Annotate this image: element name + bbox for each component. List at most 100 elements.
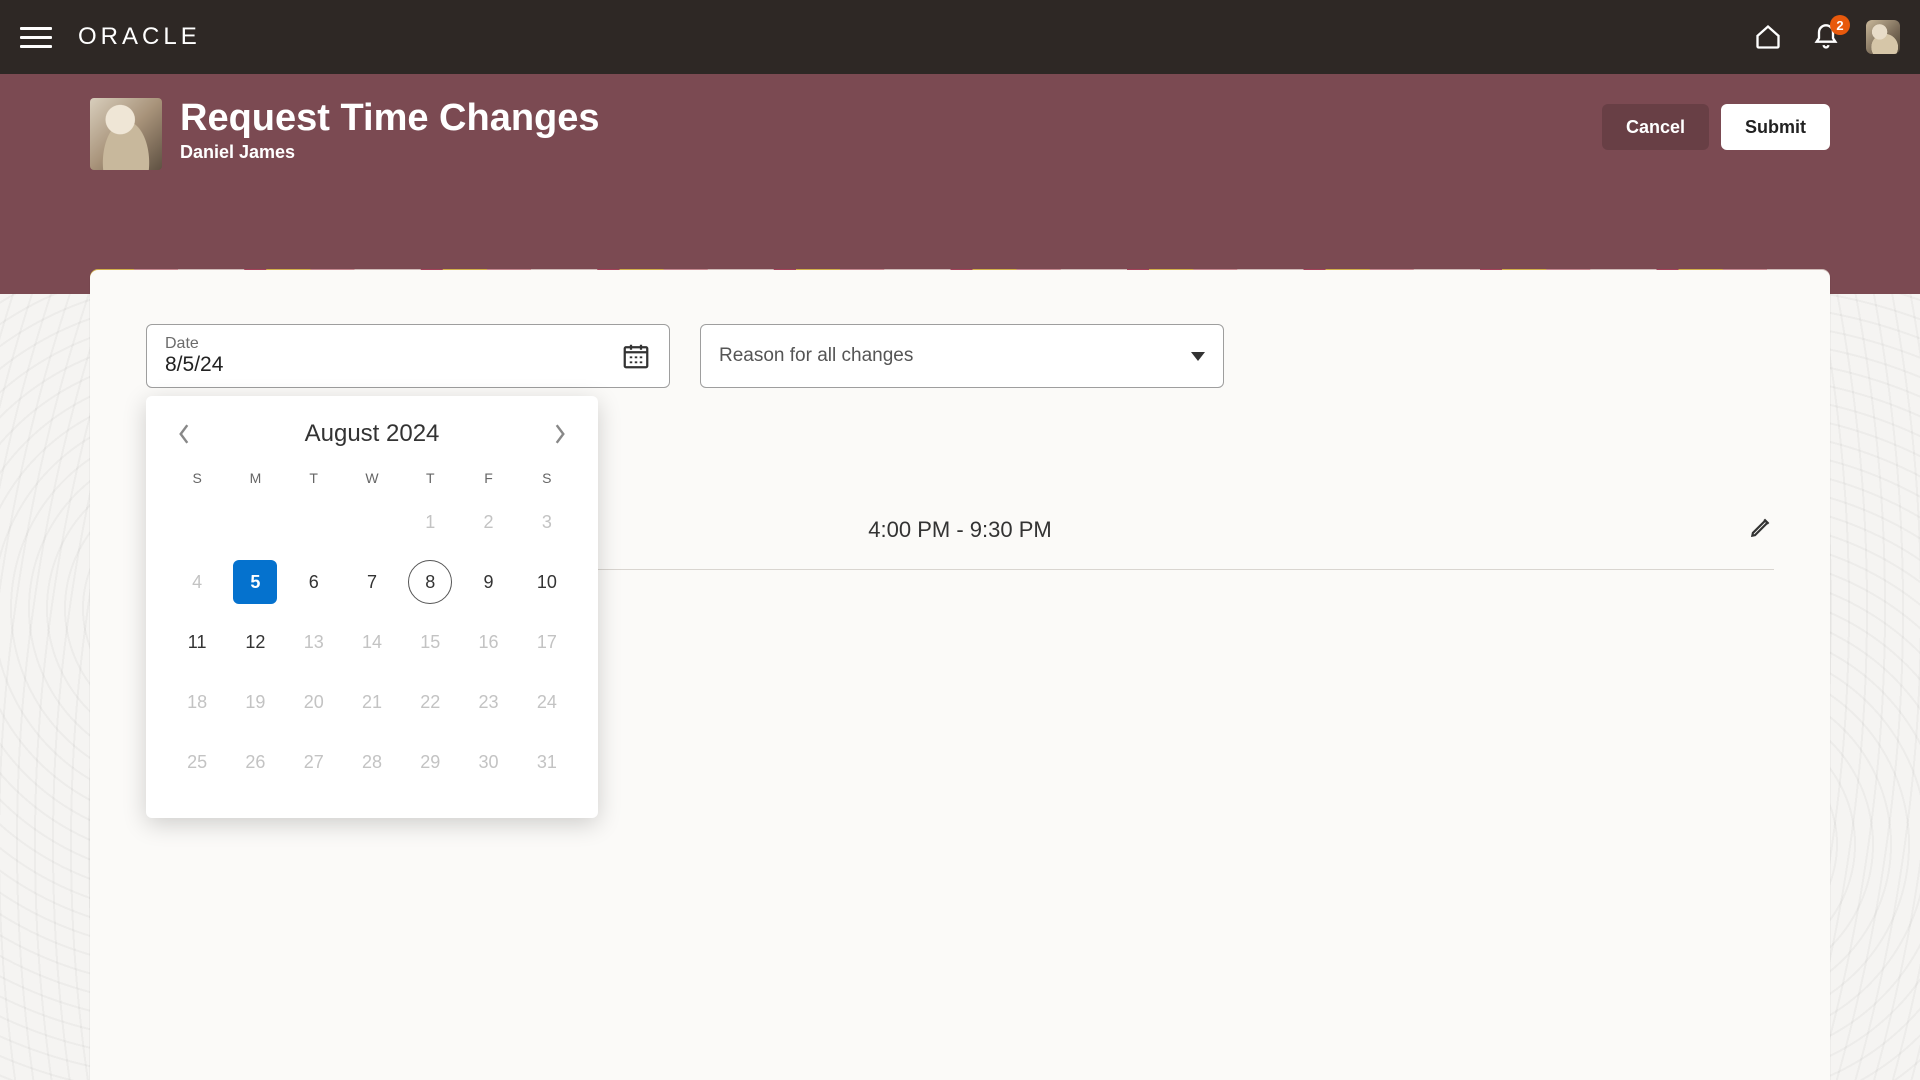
datepicker-day: 17 (525, 620, 569, 664)
datepicker-cell: 27 (285, 732, 343, 792)
datepicker-day: 30 (467, 740, 511, 784)
datepicker-day: 14 (350, 620, 394, 664)
brand-logo[interactable]: ORACLE (78, 23, 201, 51)
datepicker-day: 25 (175, 740, 219, 784)
datepicker-cell: 16 (459, 612, 517, 672)
datepicker-dow: S (168, 460, 226, 492)
datepicker-cell: 22 (401, 672, 459, 732)
datepicker-cell: 18 (168, 672, 226, 732)
datepicker-day[interactable]: 9 (467, 560, 511, 604)
datepicker-day[interactable]: 7 (350, 560, 394, 604)
datepicker-day: 24 (525, 680, 569, 724)
datepicker-cell: 6 (285, 552, 343, 612)
datepicker-cell: 5 (226, 552, 284, 612)
datepicker-day: 18 (175, 680, 219, 724)
datepicker-cell: 10 (518, 552, 576, 612)
datepicker-cell: 13 (285, 612, 343, 672)
datepicker-day: 15 (408, 620, 452, 664)
datepicker-dow: F (459, 460, 517, 492)
date-field-label: Date (165, 335, 621, 353)
datepicker-day: 19 (233, 680, 277, 724)
datepicker-dow: W (343, 460, 401, 492)
edit-event-button[interactable] (1748, 514, 1774, 545)
datepicker-day: 27 (292, 740, 336, 784)
datepicker-day: 1 (408, 500, 452, 544)
global-topbar: ORACLE 2 (0, 0, 1920, 74)
datepicker-cell: 1 (401, 492, 459, 552)
datepicker-day: 16 (467, 620, 511, 664)
subject-avatar (90, 98, 162, 170)
datepicker-day[interactable]: 10 (525, 560, 569, 604)
datepicker-day-selected[interactable]: 5 (233, 560, 277, 604)
datepicker-dow: M (226, 460, 284, 492)
cancel-button[interactable]: Cancel (1602, 104, 1709, 150)
reason-select[interactable]: Reason for all changes (700, 324, 1224, 388)
event-time-range: 4:00 PM - 9:30 PM (868, 517, 1051, 543)
user-avatar[interactable] (1866, 20, 1900, 54)
datepicker-day: 2 (467, 500, 511, 544)
datepicker-day[interactable]: 6 (292, 560, 336, 604)
page-title: Request Time Changes (180, 98, 600, 140)
datepicker-day: 20 (292, 680, 336, 724)
datepicker-cell: 11 (168, 612, 226, 672)
datepicker-day: 21 (350, 680, 394, 724)
datepicker-cell: 29 (401, 732, 459, 792)
datepicker-cell: 7 (343, 552, 401, 612)
home-icon[interactable] (1750, 19, 1786, 55)
datepicker-day: 13 (292, 620, 336, 664)
datepicker-cell: 28 (343, 732, 401, 792)
hamburger-menu-button[interactable] (20, 21, 52, 53)
datepicker-cell: 2 (459, 492, 517, 552)
chevron-down-icon (1191, 352, 1205, 361)
datepicker-cell: 4 (168, 552, 226, 612)
datepicker-cell: 17 (518, 612, 576, 672)
datepicker-cell (285, 492, 343, 552)
datepicker-day: 29 (408, 740, 452, 784)
datepicker-cell: 19 (226, 672, 284, 732)
datepicker-day: 3 (525, 500, 569, 544)
datepicker-cell (226, 492, 284, 552)
datepicker-cell: 26 (226, 732, 284, 792)
reason-placeholder: Reason for all changes (719, 345, 1191, 367)
next-month-button[interactable] (544, 418, 576, 450)
datepicker-dow: S (518, 460, 576, 492)
datepicker-cell: 31 (518, 732, 576, 792)
date-field-value: 8/5/24 (165, 353, 621, 377)
main-content-card: Date 8/5/24 Reason for all changes 4:00 … (90, 270, 1830, 1080)
datepicker-cell: 24 (518, 672, 576, 732)
datepicker-day: 4 (175, 560, 219, 604)
notifications-icon[interactable]: 2 (1808, 19, 1844, 55)
datepicker-cell: 14 (343, 612, 401, 672)
notification-badge: 2 (1830, 15, 1850, 35)
datepicker-cell (343, 492, 401, 552)
datepicker-day: 31 (525, 740, 569, 784)
datepicker-month-label: August 2024 (305, 420, 440, 448)
datepicker-day: 23 (467, 680, 511, 724)
datepicker-cell: 25 (168, 732, 226, 792)
page-header: Request Time Changes Daniel James Cancel… (0, 74, 1920, 294)
datepicker-cell: 23 (459, 672, 517, 732)
calendar-icon[interactable] (621, 341, 651, 371)
datepicker-cell: 15 (401, 612, 459, 672)
submit-button[interactable]: Submit (1721, 104, 1830, 150)
datepicker-cell: 9 (459, 552, 517, 612)
datepicker-cell: 30 (459, 732, 517, 792)
datepicker-cell: 8 (401, 552, 459, 612)
datepicker-day: 26 (233, 740, 277, 784)
datepicker-cell: 20 (285, 672, 343, 732)
date-field[interactable]: Date 8/5/24 (146, 324, 670, 388)
datepicker-cell: 21 (343, 672, 401, 732)
datepicker-day[interactable]: 11 (175, 620, 219, 664)
datepicker-day: 22 (408, 680, 452, 724)
datepicker-cell: 3 (518, 492, 576, 552)
prev-month-button[interactable] (168, 418, 200, 450)
datepicker-popup: August 2024 SMTWTFS123456789101112131415… (146, 396, 598, 818)
datepicker-day: 28 (350, 740, 394, 784)
datepicker-cell: 12 (226, 612, 284, 672)
datepicker-day[interactable]: 12 (233, 620, 277, 664)
page-subtitle: Daniel James (180, 142, 600, 163)
datepicker-cell (168, 492, 226, 552)
datepicker-dow: T (285, 460, 343, 492)
datepicker-day-today[interactable]: 8 (408, 560, 452, 604)
datepicker-dow: T (401, 460, 459, 492)
